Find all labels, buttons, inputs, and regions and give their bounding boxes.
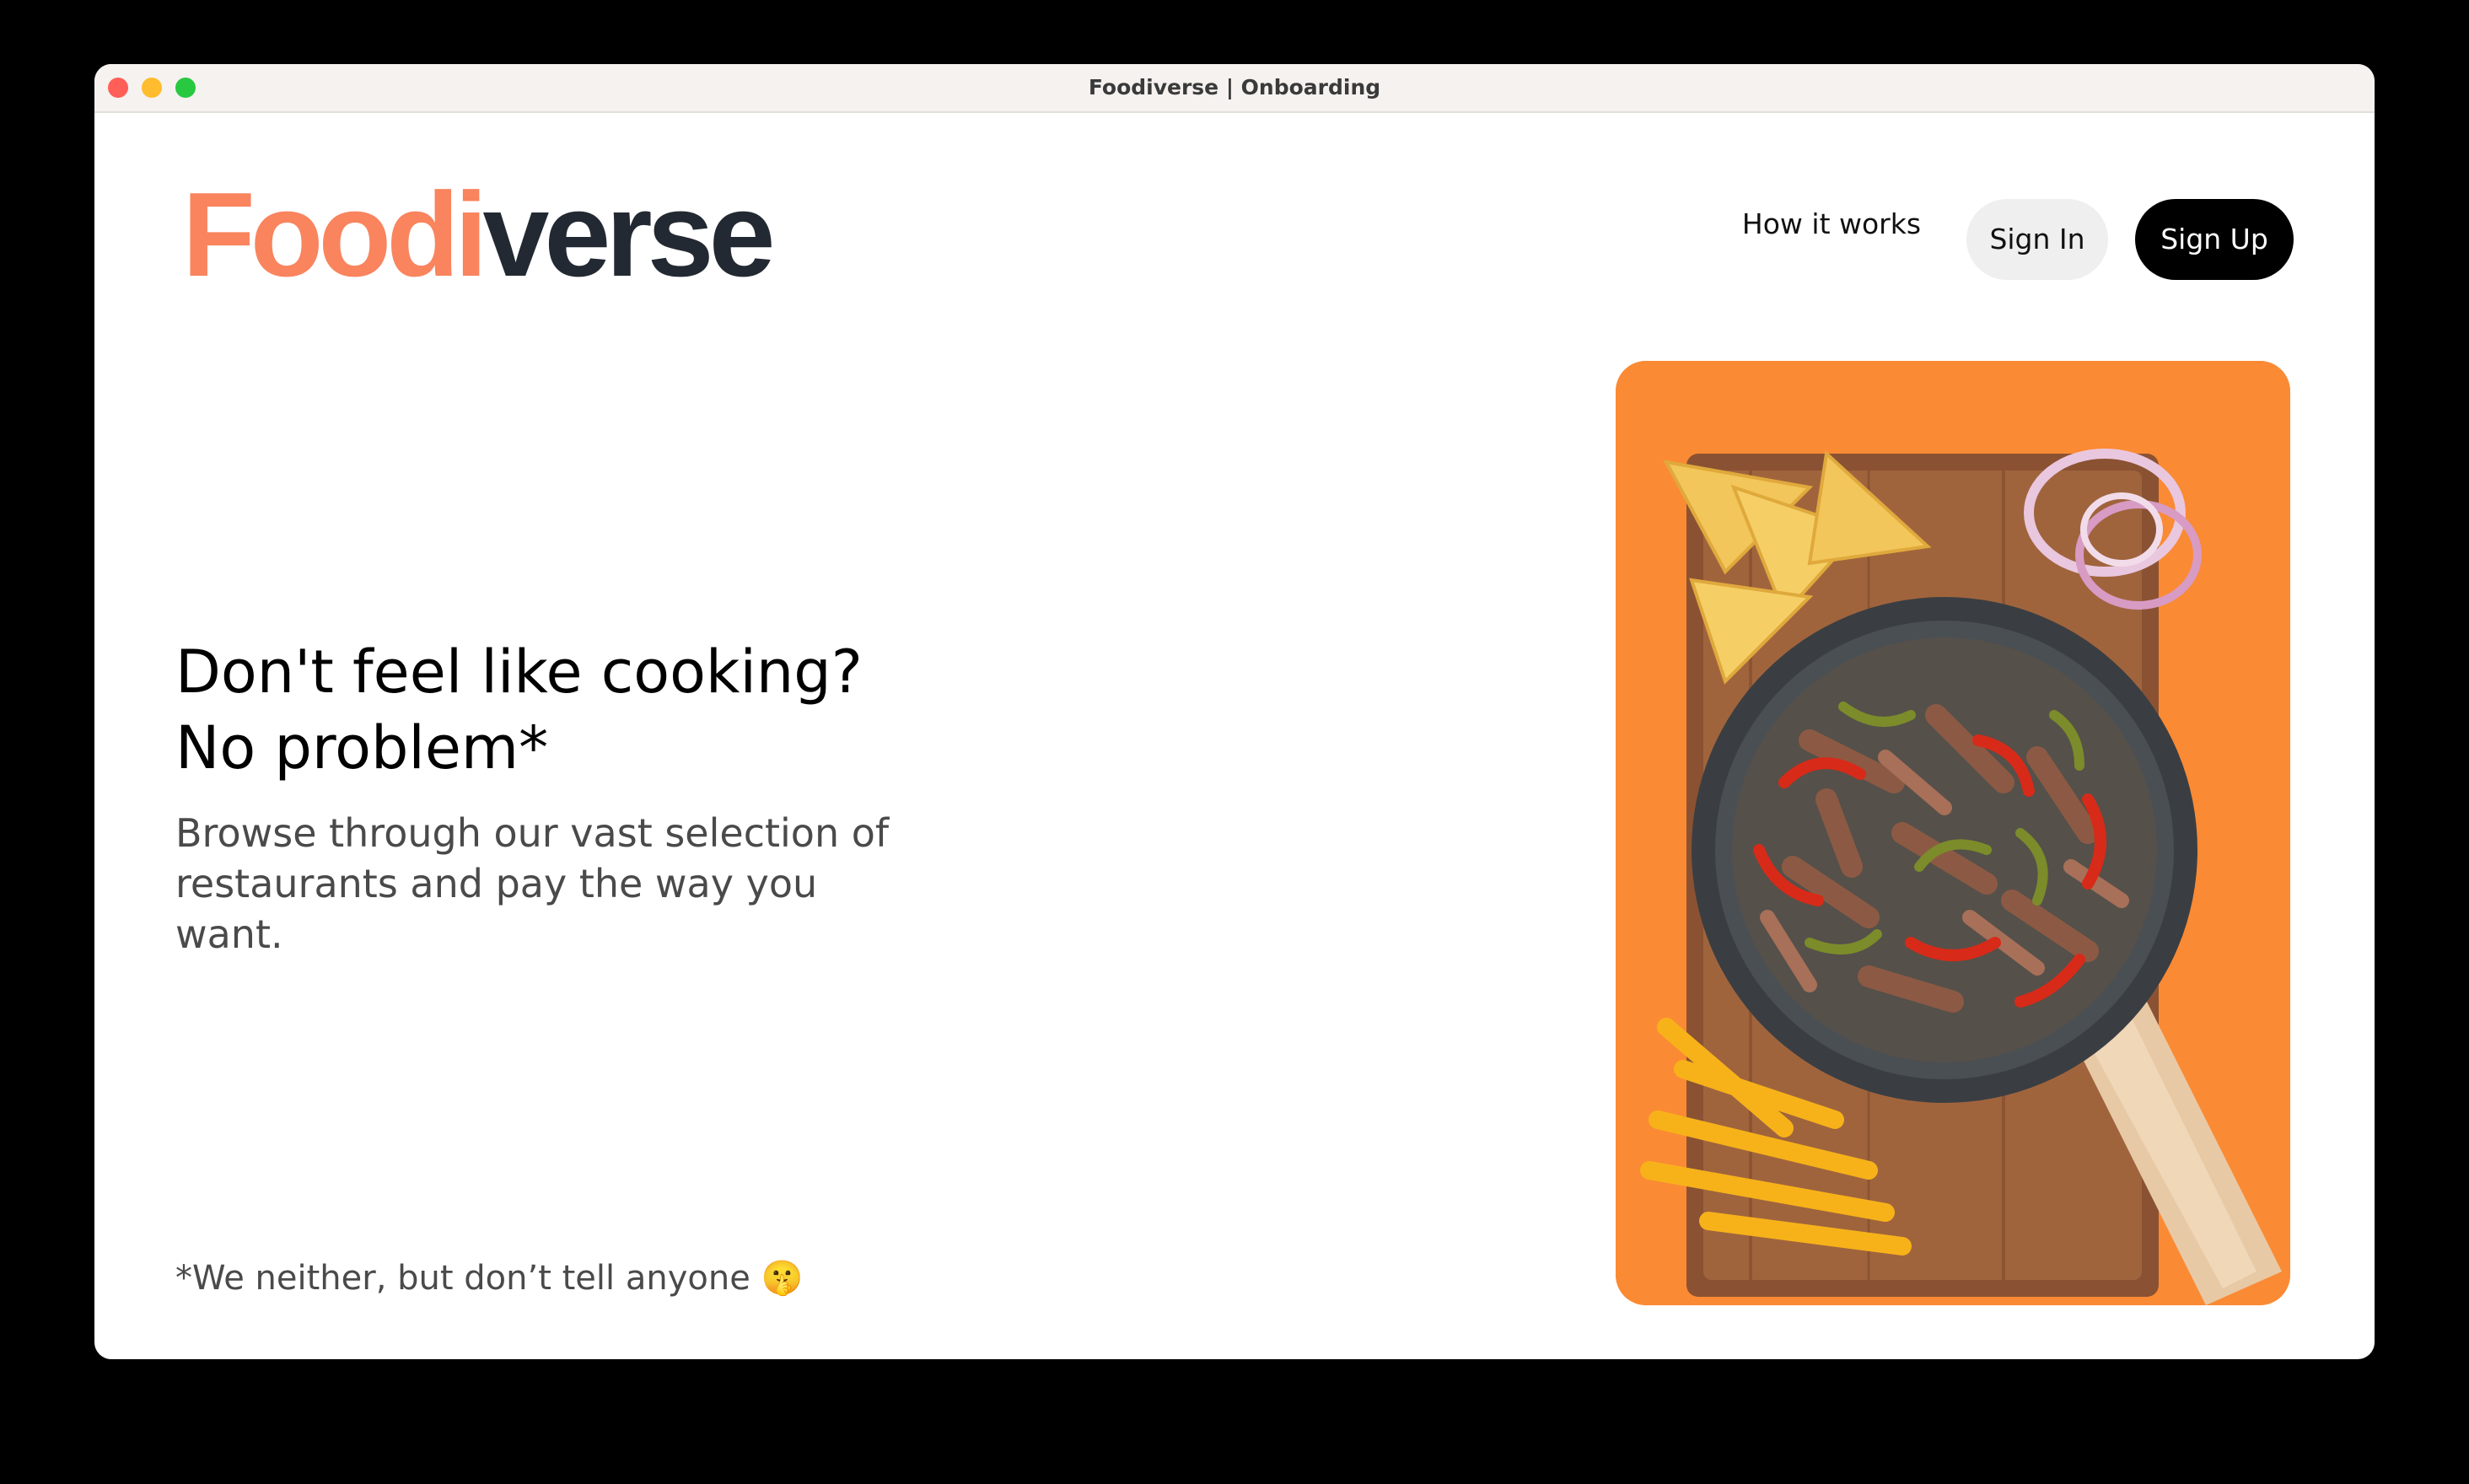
headline-line-2: No problem* bbox=[175, 713, 549, 782]
how-it-works-link[interactable]: How it works bbox=[1730, 199, 1933, 250]
fajitas-pan-illustration bbox=[1616, 361, 2290, 1305]
footnote-text: *We neither, but don’t tell anyone bbox=[175, 1259, 750, 1298]
sign-up-button[interactable]: Sign Up bbox=[2135, 199, 2294, 280]
hero-headline: Don't feel like cooking? No problem* bbox=[175, 634, 985, 786]
hero-food-image bbox=[1616, 361, 2290, 1305]
sign-in-button[interactable]: Sign In bbox=[1966, 199, 2108, 280]
title-bar: Foodiverse | Onboarding bbox=[94, 64, 2375, 113]
hero-footnote: *We neither, but don’t tell anyone 🤫 bbox=[175, 1255, 803, 1302]
shushing-face-icon: 🤫 bbox=[761, 1259, 804, 1298]
logo-part-dark: verse bbox=[482, 168, 775, 302]
hero-subtext: Browse through our vast selection of res… bbox=[175, 810, 890, 957]
headline-line-1: Don't feel like cooking? bbox=[175, 637, 863, 707]
window-title: Foodiverse | Onboarding bbox=[1088, 75, 1381, 99]
logo-part-accent: Foodi bbox=[182, 168, 487, 302]
app-window: Foodiverse | Onboarding Foodiverse How i… bbox=[94, 64, 2375, 1359]
foodiverse-logo[interactable]: Foodiverse bbox=[182, 175, 776, 295]
